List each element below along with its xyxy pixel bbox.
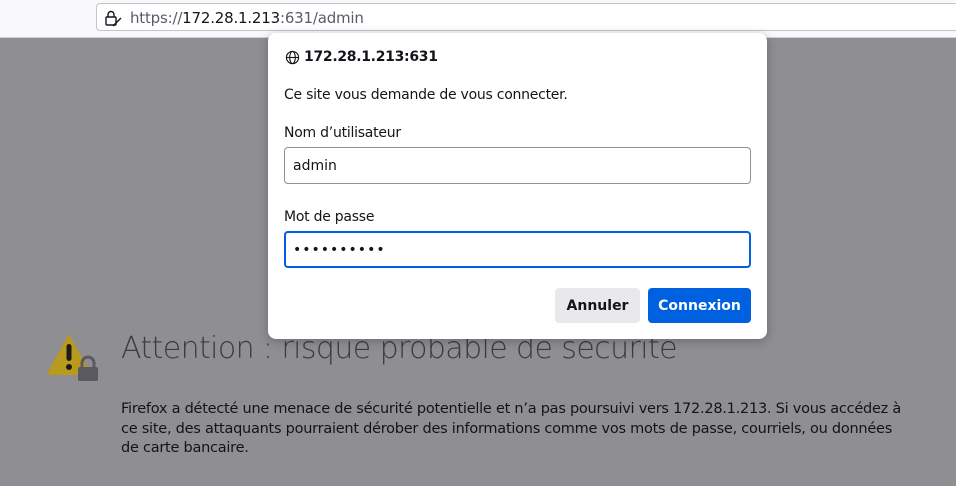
dialog-message: Ce site vous demande de vous connecter.: [284, 87, 568, 103]
auth-dialog: 172.28.1.213:631 Ce site vous demande de…: [268, 33, 767, 339]
url-text[interactable]: https://172.28.1.213:631/admin: [130, 9, 364, 27]
password-input[interactable]: [284, 231, 751, 268]
password-label: Mot de passe: [284, 209, 375, 225]
url-bar[interactable]: https://172.28.1.213:631/admin: [96, 3, 956, 31]
lock-warning-icon[interactable]: [104, 9, 122, 27]
warning-description: Firefox a détecté une menace de sécurité…: [121, 401, 902, 456]
url-host: 172.28.1.213: [182, 9, 280, 27]
connect-button[interactable]: Connexion: [648, 288, 751, 323]
username-label: Nom d’utilisateur: [284, 125, 401, 141]
globe-icon: [285, 50, 300, 65]
dialog-host: 172.28.1.213:631: [304, 49, 438, 65]
url-scheme: https://: [130, 9, 183, 27]
warning-triangle-icon: [47, 334, 98, 381]
username-input[interactable]: [284, 147, 751, 184]
cancel-button[interactable]: Annuler: [555, 288, 640, 323]
url-path: :631/admin: [279, 9, 364, 27]
